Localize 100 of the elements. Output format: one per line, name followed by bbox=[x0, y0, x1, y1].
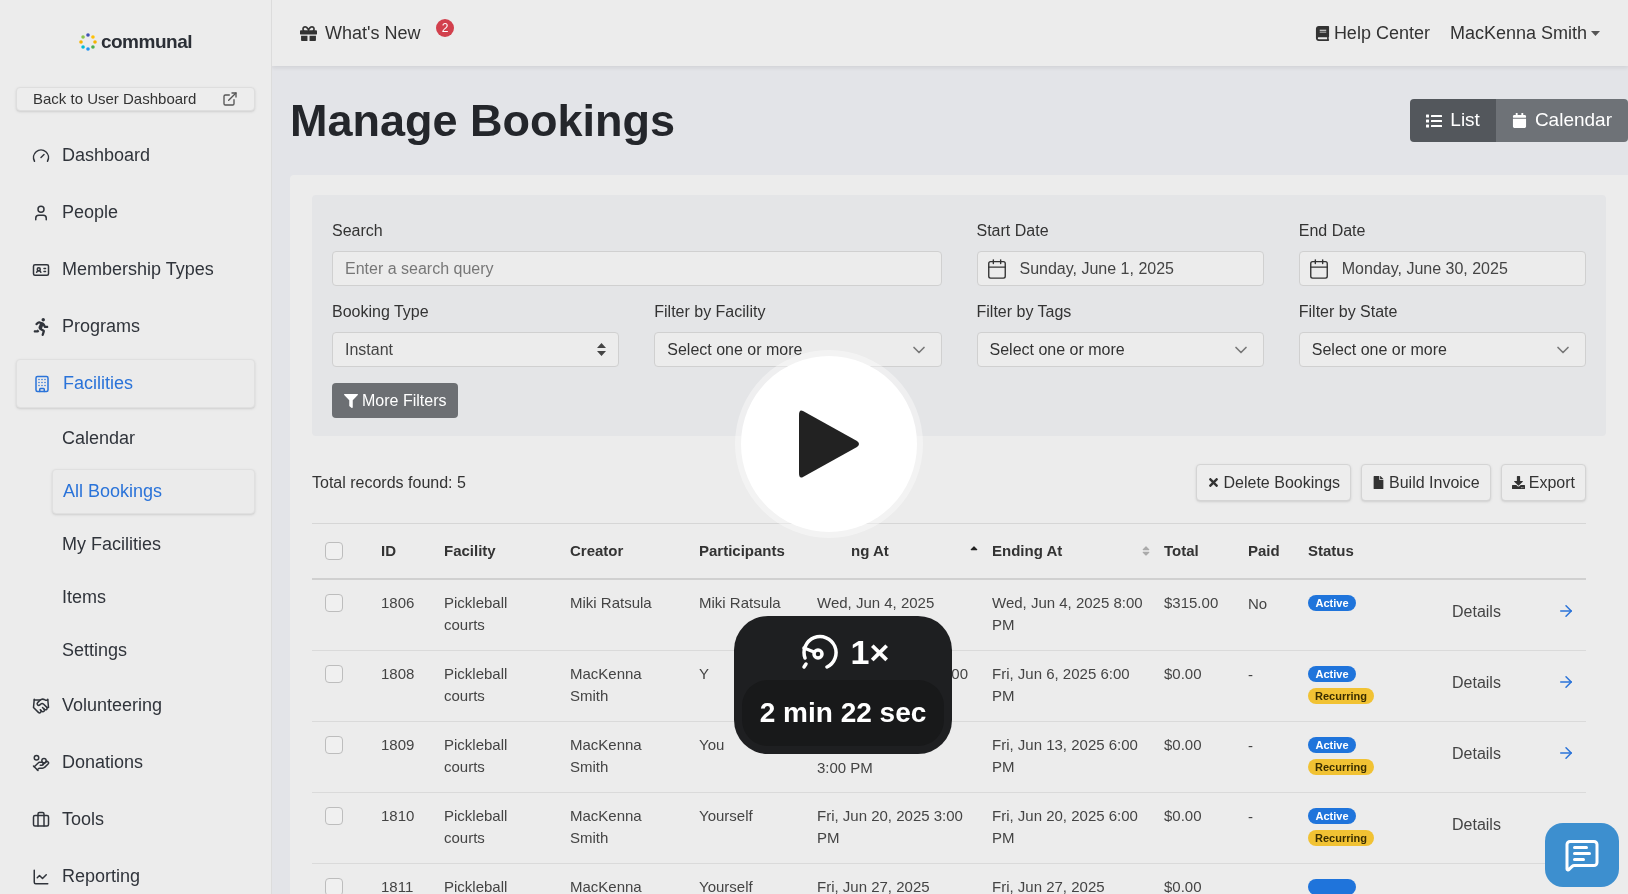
book-icon bbox=[1314, 25, 1330, 41]
status-badge: Active bbox=[1308, 666, 1356, 682]
table-cell: - bbox=[1248, 808, 1253, 825]
chat-button[interactable] bbox=[1545, 823, 1619, 887]
table-cell-text: Yourself bbox=[699, 806, 754, 826]
table-cell-text: Fri, Jun 13, 2025 6:00 PM bbox=[992, 735, 1139, 777]
details-link[interactable]: Details bbox=[1452, 816, 1501, 833]
document-icon bbox=[1372, 476, 1386, 489]
sidebar-subitem[interactable]: Calendar bbox=[52, 416, 255, 461]
field-label: End Date bbox=[1298, 221, 1367, 241]
table-cell-text: Wed, Jun 4, 2025 bbox=[817, 593, 936, 613]
search-field[interactable]: Enter a search query bbox=[332, 251, 942, 286]
table-cell-text: Fri, Jun 6, 2025 6:00 PM bbox=[992, 664, 1131, 706]
multi-select-field[interactable]: Select one or more bbox=[1298, 332, 1586, 367]
sidebar-item[interactable]: Donations bbox=[16, 738, 255, 787]
column-header[interactable]: Participants bbox=[699, 539, 785, 563]
list-icon bbox=[1426, 112, 1443, 129]
table-cell-text: 1810 bbox=[381, 806, 416, 826]
table-cell-text: MacKenna Smith bbox=[570, 735, 643, 777]
sidebar-subitem[interactable]: All Bookings bbox=[52, 469, 255, 514]
toolbar-button[interactable]: Delete Bookings bbox=[1195, 464, 1352, 501]
table-cell-text: $0.00 bbox=[1164, 664, 1203, 684]
caret-icon bbox=[1591, 30, 1600, 36]
date-field[interactable]: Sunday, June 1, 2025 bbox=[976, 251, 1264, 286]
more-filters-button[interactable]: More Filters bbox=[332, 383, 459, 418]
column-header[interactable]: Paid bbox=[1248, 539, 1280, 563]
status-badge: Active bbox=[1308, 595, 1356, 611]
whats-new-link[interactable]: What's New bbox=[300, 19, 421, 47]
gift-icon bbox=[300, 24, 317, 42]
status-badge: Recurring bbox=[1308, 830, 1374, 846]
table-cell-text: Fri, Jun 27, 2025 bbox=[992, 877, 1106, 894]
download-icon bbox=[1511, 476, 1525, 489]
table-cell: - bbox=[1248, 666, 1253, 683]
sidebar-item[interactable]: Programs bbox=[16, 302, 255, 351]
table-cell-text: Fri, Jun 20, 2025 6:00 PM bbox=[992, 806, 1139, 848]
table-cell-text: $0.00 bbox=[1164, 735, 1203, 755]
column-header[interactable]: Facility bbox=[444, 539, 496, 563]
column-header[interactable]: ID bbox=[381, 539, 396, 563]
arrow-right-icon[interactable] bbox=[1557, 744, 1575, 762]
table-cell-text: Wed, Jun 4, 2025 8:00 PM bbox=[992, 593, 1144, 635]
details-link[interactable]: Details bbox=[1452, 603, 1501, 620]
column-header[interactable]: Ending At bbox=[992, 539, 1063, 563]
arrow-right-icon[interactable] bbox=[1557, 673, 1575, 691]
checkbox[interactable] bbox=[325, 665, 343, 683]
view-toggle-tab[interactable]: Calendar bbox=[1495, 99, 1628, 142]
checkbox[interactable] bbox=[325, 736, 343, 754]
status-badge: Recurring bbox=[1308, 688, 1374, 704]
back-to-dashboard-link[interactable]: Back to User Dashboard bbox=[16, 86, 255, 111]
date-field[interactable]: Monday, June 30, 2025 bbox=[1298, 251, 1586, 286]
sidebar-subitem[interactable]: Settings bbox=[52, 628, 255, 673]
running-figure-icon bbox=[32, 317, 50, 336]
multi-select-field[interactable]: Select one or more bbox=[654, 332, 942, 367]
view-toggle-tab[interactable]: List bbox=[1410, 99, 1496, 142]
details-link[interactable]: Details bbox=[1452, 745, 1501, 762]
person-icon bbox=[32, 203, 50, 222]
column-header[interactable]: Total bbox=[1164, 539, 1199, 563]
playback-speed[interactable]: 1× bbox=[850, 626, 890, 678]
table-cell-text: MacKenna Smith bbox=[570, 806, 643, 848]
sidebar-subitem[interactable]: My Facilities bbox=[52, 522, 255, 567]
table-cell-text: Pickleball courts bbox=[444, 735, 509, 777]
column-header[interactable]: Status bbox=[1308, 539, 1354, 563]
handshake-icon bbox=[32, 696, 50, 715]
external-link-icon bbox=[222, 90, 238, 107]
toolbar-button[interactable]: Export bbox=[1500, 464, 1586, 501]
table-cell-text: 1808 bbox=[381, 664, 416, 684]
checkbox[interactable] bbox=[325, 807, 343, 825]
checkbox[interactable] bbox=[325, 878, 343, 894]
sort-icon[interactable] bbox=[1140, 545, 1152, 557]
multi-select-field[interactable]: Select one or more bbox=[976, 332, 1264, 367]
calendar-icon bbox=[985, 257, 1008, 280]
toolbar-button[interactable]: Build Invoice bbox=[1361, 464, 1491, 501]
calendar-icon bbox=[1307, 257, 1330, 280]
field-label: Filter by State bbox=[1298, 302, 1399, 322]
user-menu[interactable]: MacKenna Smith bbox=[1449, 19, 1600, 47]
checkbox[interactable] bbox=[325, 594, 343, 612]
sidebar-item[interactable]: Tools bbox=[16, 795, 255, 844]
sidebar-item[interactable]: Membership Types bbox=[16, 245, 255, 294]
arrow-right-icon[interactable] bbox=[1557, 602, 1575, 620]
sidebar-item[interactable]: Volunteering bbox=[16, 681, 255, 730]
table-cell-text: You bbox=[699, 735, 726, 755]
table-cell-text: Pickleball courts bbox=[444, 593, 509, 635]
toolbox-icon bbox=[32, 810, 50, 829]
booking-type-select[interactable]: Instant bbox=[332, 332, 620, 367]
field-label: Booking Type bbox=[332, 302, 430, 322]
close-icon bbox=[1206, 476, 1220, 489]
column-header[interactable]: ng At bbox=[851, 539, 889, 563]
sidebar-item[interactable]: Dashboard bbox=[16, 131, 255, 180]
column-header[interactable]: Creator bbox=[570, 539, 624, 563]
sidebar-item[interactable]: Facilities bbox=[16, 359, 255, 408]
sidebar-item[interactable]: Reporting bbox=[16, 852, 255, 894]
table-cell-text: Pickleball courts bbox=[444, 664, 509, 706]
gauge-icon bbox=[32, 146, 50, 165]
checkbox[interactable] bbox=[325, 542, 343, 560]
sidebar-item[interactable]: People bbox=[16, 188, 255, 237]
help-center-link[interactable]: Help Center bbox=[1314, 19, 1430, 47]
sidebar-subitem[interactable]: Items bbox=[52, 575, 255, 620]
field-label: Start Date bbox=[976, 221, 1050, 241]
details-link[interactable]: Details bbox=[1452, 674, 1501, 691]
chat-icon bbox=[1564, 837, 1600, 873]
table-cell: - bbox=[1248, 737, 1253, 754]
